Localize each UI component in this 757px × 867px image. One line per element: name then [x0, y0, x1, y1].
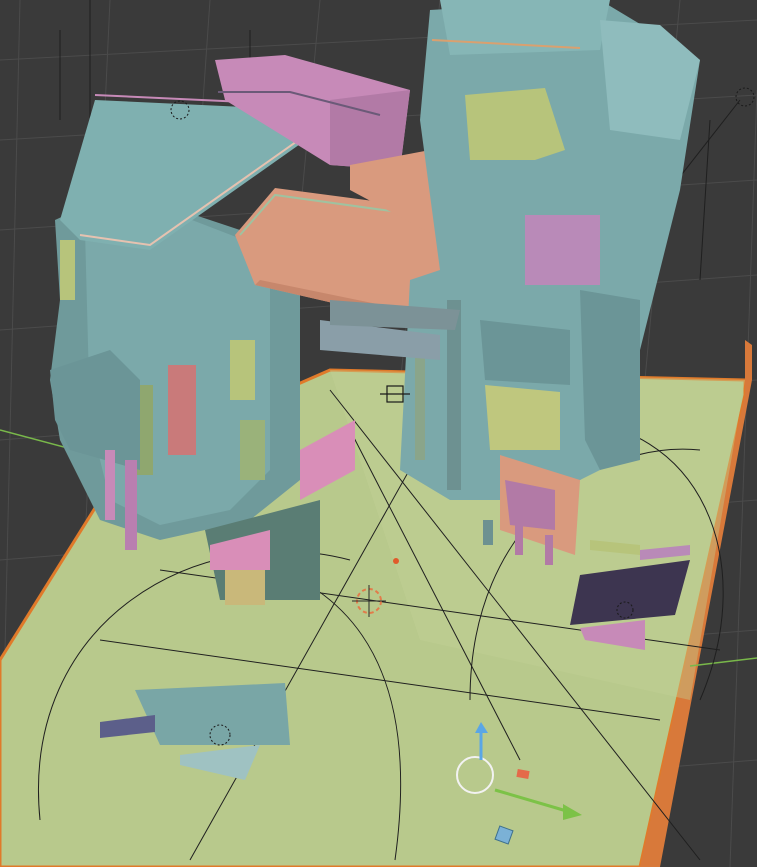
left-tower-side-block: [50, 350, 140, 470]
building-left-tower[interactable]: [50, 94, 321, 550]
left-tower-panel-red: [168, 365, 196, 455]
3d-viewport[interactable]: [0, 0, 757, 867]
viewport-canvas[interactable]: [0, 0, 757, 867]
right-tower-awning: [485, 385, 560, 450]
right-tower-panel-purple: [525, 215, 600, 285]
right-tower-roof: [440, 0, 610, 55]
